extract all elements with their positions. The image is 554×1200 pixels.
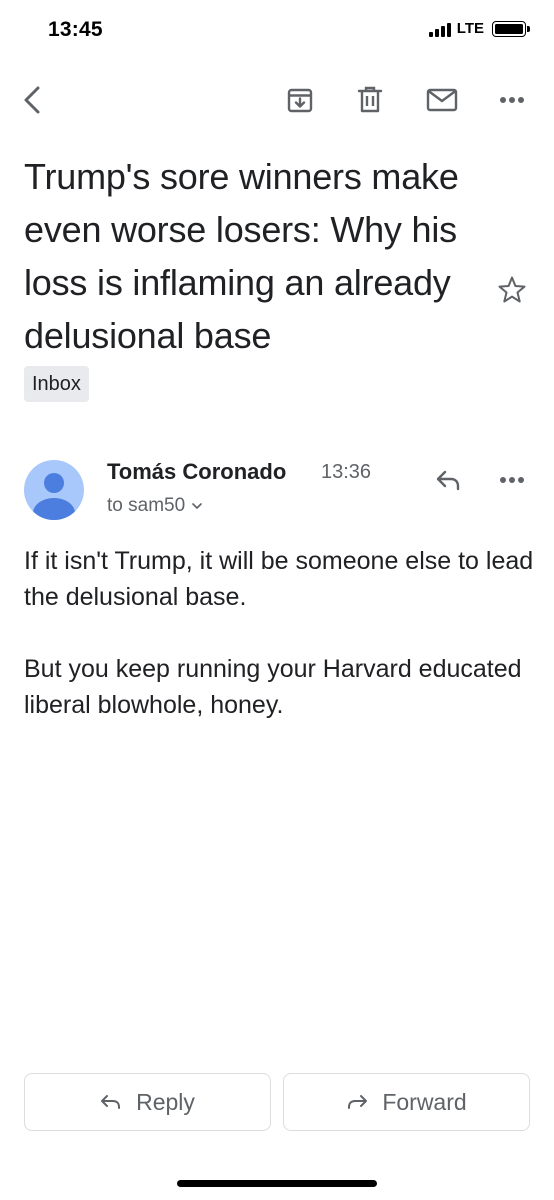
email-body: If it isn't Trump, it will be someone el… [24, 543, 534, 759]
body-paragraph: If it isn't Trump, it will be someone el… [24, 547, 534, 611]
forward-icon [348, 1095, 368, 1109]
status-time: 13:45 [48, 18, 103, 41]
mail-icon[interactable] [424, 82, 460, 118]
sender-name: Tomás Coronado [107, 459, 287, 484]
chevron-down-icon [192, 503, 202, 509]
forward-button-label: Forward [382, 1088, 467, 1115]
reply-button[interactable]: Reply [24, 1073, 271, 1131]
avatar[interactable] [24, 460, 84, 520]
battery-icon [492, 20, 530, 37]
reply-icon [101, 1095, 121, 1109]
recipient-details[interactable]: to sam50 [107, 495, 203, 517]
recipient-label: to sam50 [107, 495, 186, 516]
forward-button[interactable]: Forward [283, 1073, 530, 1131]
label-chip[interactable]: Inbox [24, 366, 89, 402]
more-horizontal-icon[interactable] [494, 82, 530, 118]
network-type: LTE [456, 20, 484, 37]
archive-icon[interactable] [282, 82, 318, 118]
subject-container: Trump's sore winners make even worse los… [24, 150, 494, 362]
trash-icon[interactable] [352, 82, 388, 118]
home-indicator[interactable] [177, 1180, 377, 1187]
reply-button-label: Reply [136, 1088, 195, 1115]
chevron-left-icon[interactable] [14, 82, 50, 118]
email-toolbar [0, 70, 554, 130]
body-paragraph: But you keep running your Harvard educat… [24, 655, 522, 719]
signal-icon [428, 21, 451, 37]
star-icon[interactable] [496, 274, 528, 306]
reply-icon[interactable] [430, 462, 466, 498]
email-subject: Trump's sore winners make even worse los… [24, 156, 459, 356]
more-horizontal-icon[interactable] [494, 462, 530, 498]
sent-time: 13:36 [321, 461, 372, 483]
status-bar: 13:45 LTE [0, 0, 554, 60]
status-indicators: LTE [428, 20, 530, 37]
